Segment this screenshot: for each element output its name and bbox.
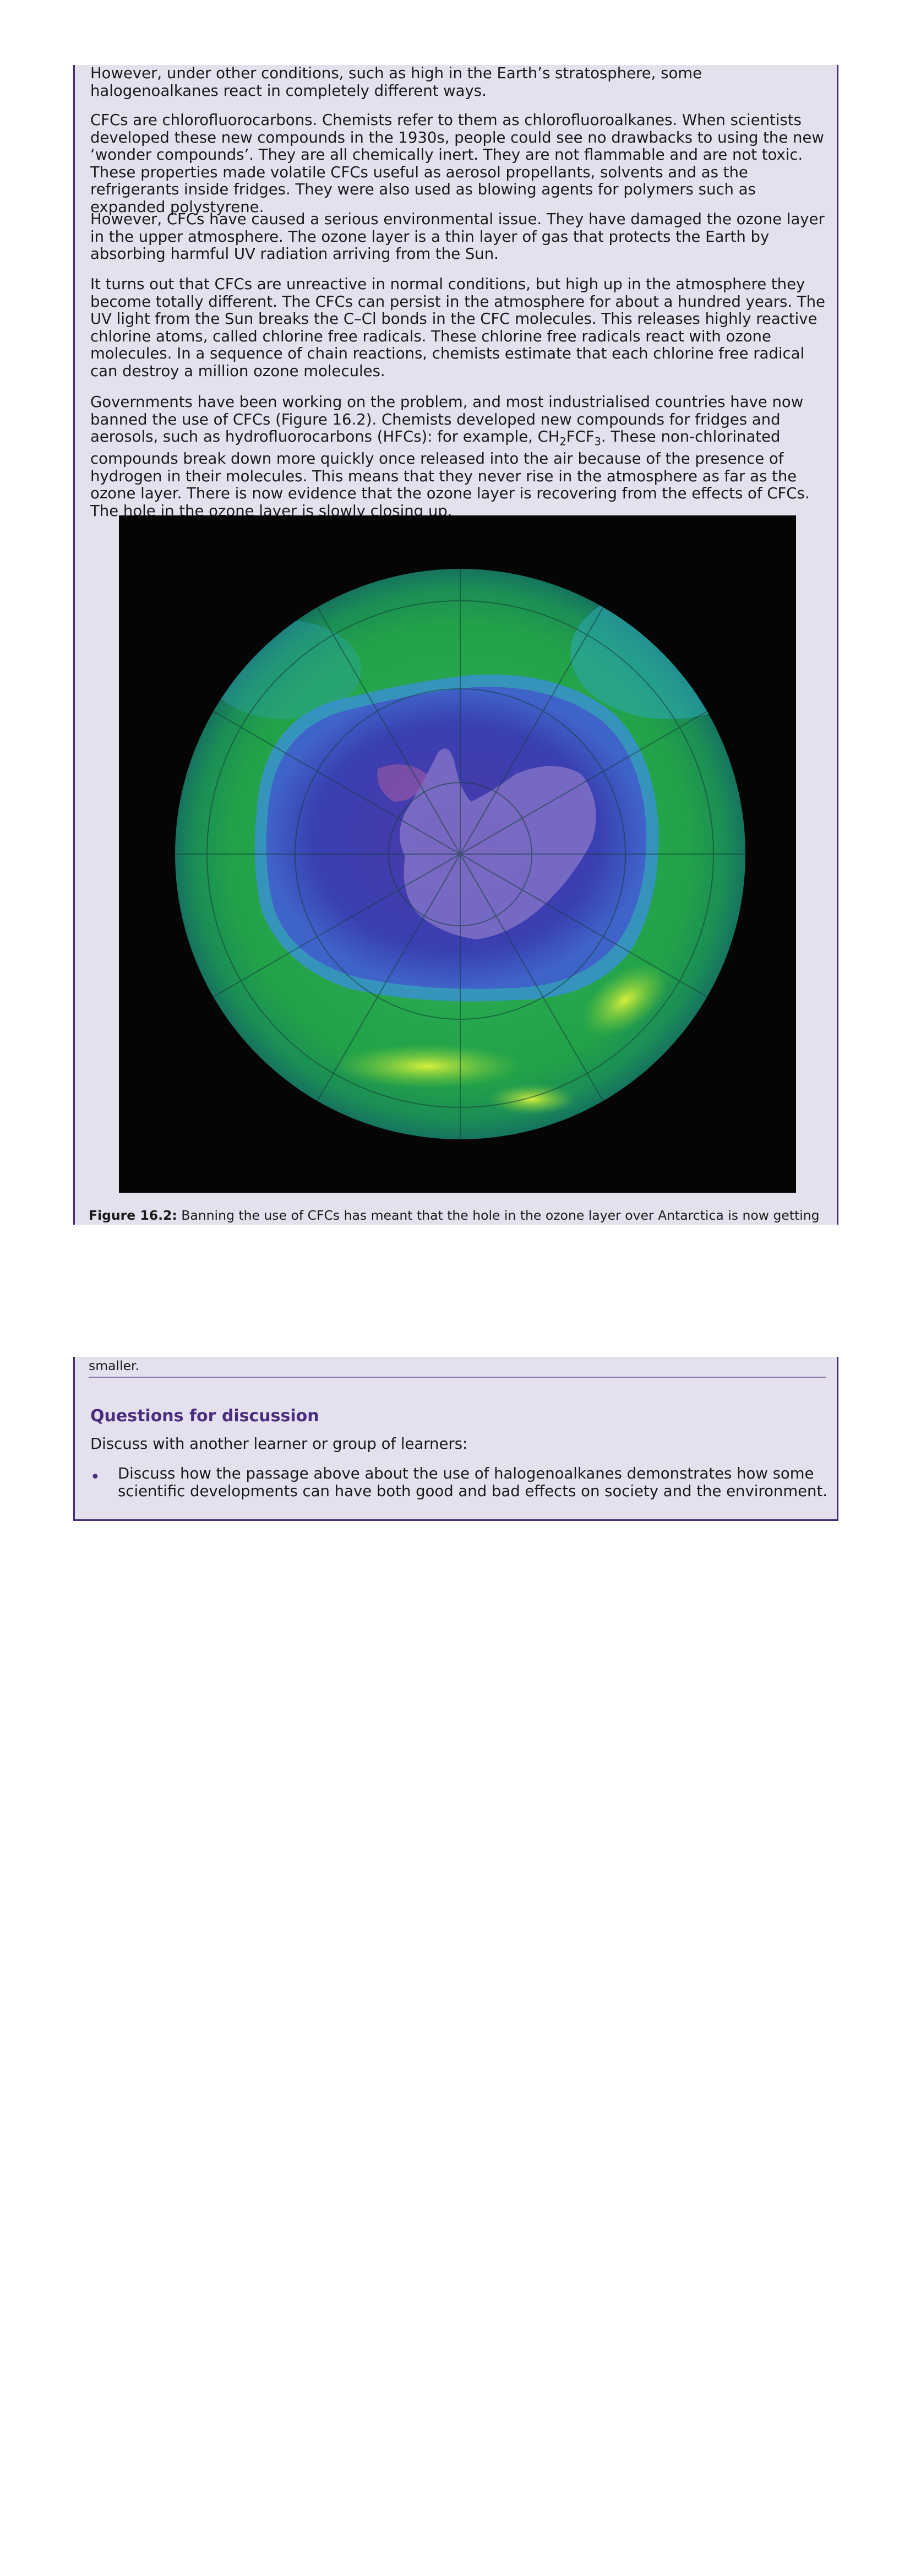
feature-box-page-1: However, under other conditions, such as… [73,64,838,1225]
ozone-globe-image [175,569,745,1139]
discussion-question: Discuss how the passage above about the … [118,1465,828,1500]
questions-heading: Questions for discussion [90,1406,319,1426]
paragraph-cfc-chemistry: It turns out that CFCs are unreactive in… [90,275,825,380]
paragraph-government-ban: Governments have been working on the pro… [90,393,810,520]
paragraph-cfc-definition: CFCs are chlorofluorocarbons. Chemists r… [90,111,824,216]
figure-caption-continued: smaller. [89,1358,140,1373]
paragraph-ozone-damage: However, CFCs have caused a serious envi… [90,210,825,263]
figure-caption: Figure 16.2: Banning the use of CFCs has… [89,1208,820,1223]
questions-intro: Discuss with another learner or group of… [90,1435,468,1453]
feature-box-page-2: smaller. Questions for discussion Discus… [73,1357,838,1521]
ozone-hole-figure [119,515,796,1193]
caption-divider [89,1377,826,1378]
paragraph-halogenoalkanes-reactivity: However, under other conditions, such as… [90,64,702,100]
bullet-icon: • [90,1468,100,1487]
